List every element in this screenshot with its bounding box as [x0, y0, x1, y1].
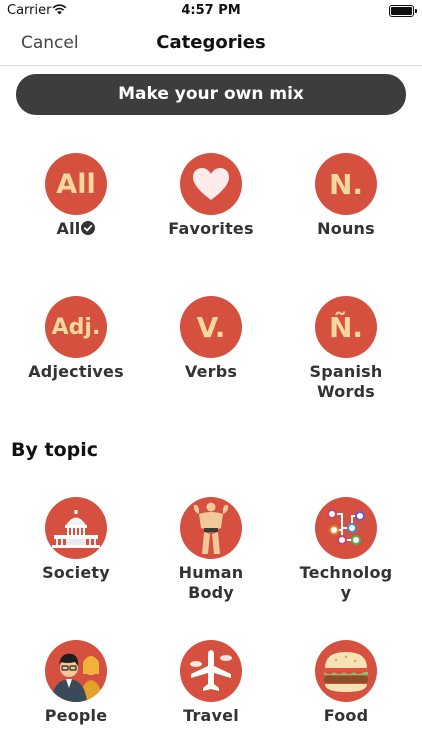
section-title-by-topic: By topic — [11, 439, 98, 461]
topic-people[interactable]: People — [11, 640, 141, 726]
category-label-line2: Words — [317, 382, 375, 401]
make-your-own-mix-button[interactable]: Make your own mix — [16, 74, 406, 115]
category-favorites[interactable]: Favorites — [146, 153, 276, 239]
capitol-building-icon — [52, 510, 100, 548]
bodybuilder-icon — [193, 502, 229, 554]
category-label: Verbs — [184, 362, 238, 381]
people-icon — [51, 653, 103, 702]
category-verbs[interactable]: V. Verbs — [146, 296, 276, 382]
category-all[interactable]: All All — [11, 153, 141, 239]
topic-label-line1: Technolog — [299, 563, 393, 582]
circuit-icon — [327, 509, 365, 545]
topic-label: People — [44, 706, 108, 725]
category-nouns[interactable]: N. Nouns — [281, 153, 411, 239]
human-body-circle — [180, 497, 242, 559]
travel-circle — [180, 640, 242, 702]
category-label: Adjectives — [28, 362, 124, 381]
topic-label: Food — [323, 706, 369, 725]
all-icon: All — [45, 153, 107, 215]
battery-icon — [389, 5, 417, 17]
topic-society[interactable]: Society — [11, 497, 141, 583]
burger-icon — [324, 652, 368, 692]
topic-label-line2: Body — [188, 583, 234, 602]
topic-label: Travel — [183, 706, 239, 725]
topic-technology[interactable]: Technolog y — [281, 497, 411, 603]
topic-label-line2: y — [340, 583, 352, 602]
topic-label-line1: Human — [178, 563, 244, 582]
topic-human-body[interactable]: Human Body — [146, 497, 276, 603]
heart-icon-circle — [180, 153, 242, 215]
society-circle — [45, 497, 107, 559]
people-circle — [45, 640, 107, 702]
page-title: Categories — [156, 32, 266, 53]
category-label: All — [56, 219, 81, 238]
status-time: 4:57 PM — [181, 3, 241, 18]
category-label: Favorites — [168, 219, 254, 238]
category-spanish-words[interactable]: Ñ. Spanish Words — [281, 296, 411, 402]
nouns-icon: N. — [315, 153, 377, 215]
topic-food[interactable]: Food — [281, 640, 411, 726]
spanish-words-icon: Ñ. — [315, 296, 377, 358]
heart-icon — [193, 168, 229, 200]
checkmark-icon — [81, 220, 96, 235]
technology-circle — [315, 497, 377, 559]
topic-label: Society — [42, 563, 110, 582]
navigation-bar: Cancel Categories — [0, 22, 422, 66]
airplane-icon — [190, 650, 232, 691]
verbs-icon: V. — [180, 296, 242, 358]
category-adjectives[interactable]: Adj. Adjectives — [11, 296, 141, 382]
category-label: Nouns — [317, 219, 375, 238]
status-bar: Carrier 4:57 PM — [0, 0, 422, 22]
adjectives-icon: Adj. — [45, 296, 107, 358]
topic-travel[interactable]: Travel — [146, 640, 276, 726]
category-label-line1: Spanish — [309, 362, 383, 381]
food-circle — [315, 640, 377, 702]
